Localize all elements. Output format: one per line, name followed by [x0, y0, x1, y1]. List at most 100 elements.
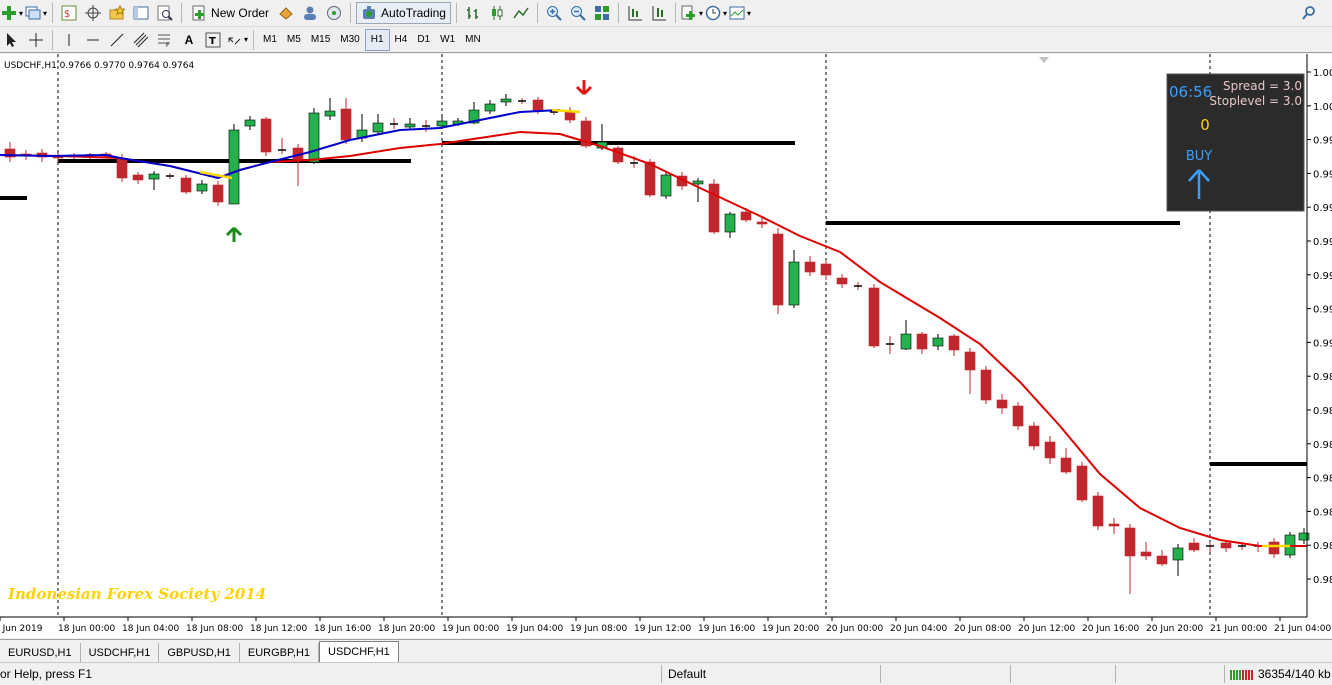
timeframe-w1[interactable]: W1 — [435, 30, 460, 50]
new-order-button[interactable]: New Order — [187, 2, 273, 24]
price-label: 0.98 — [1313, 372, 1332, 383]
line-chart-button[interactable] — [510, 2, 532, 24]
timeframe-h4[interactable]: H4 — [390, 30, 413, 50]
candle-bull — [196, 183, 208, 192]
candle-bear — [1220, 542, 1232, 549]
plus-icon — [2, 6, 16, 20]
community-button[interactable] — [299, 2, 321, 24]
market-watch-button[interactable]: $ — [58, 2, 80, 24]
periods-button[interactable]: ▾ — [705, 2, 727, 24]
autoscroll-button[interactable] — [648, 2, 670, 24]
value-text: 0 — [1200, 116, 1210, 134]
candle-bear — [868, 287, 880, 347]
timeframe-m30[interactable]: M30 — [335, 30, 364, 50]
cursor-tool[interactable] — [1, 29, 23, 51]
separator — [350, 3, 352, 23]
trendline-tool[interactable] — [106, 29, 128, 51]
candle-bull — [1172, 547, 1184, 561]
timeframe-h1[interactable]: H1 — [364, 28, 390, 51]
candle-bear — [1108, 523, 1120, 527]
signal-text: BUY — [1186, 149, 1212, 164]
separator — [1010, 665, 1011, 683]
equidistant-channel-tool[interactable] — [130, 29, 152, 51]
candle-chart-button[interactable] — [486, 2, 508, 24]
price-label: 0.99 — [1313, 271, 1332, 282]
crosshair-tool[interactable] — [25, 29, 47, 51]
search-button[interactable] — [1298, 2, 1320, 24]
timeframe-m1[interactable]: M1 — [258, 30, 282, 50]
candle-bull — [692, 180, 704, 185]
arrows-tool[interactable]: ▾ — [226, 29, 248, 51]
candle-bear — [708, 183, 720, 233]
candle-bear — [948, 335, 960, 351]
indicators-icon — [681, 5, 695, 20]
separator — [1115, 665, 1116, 683]
time-label: 18 Jun 16:00 — [314, 624, 371, 634]
chart-tab[interactable]: USDCHF,H1 — [319, 641, 399, 662]
zoom-in-icon — [546, 6, 562, 21]
stoplevel-text: Stoplevel = 3.0 — [1209, 94, 1302, 108]
favorites-button[interactable] — [106, 2, 128, 24]
main-toolbar: ▾ ▾ $ New Order AutoTrading ▾ ▾ ▾ — [0, 0, 1332, 27]
new-order-label: New Order — [211, 6, 270, 20]
indicators-button[interactable]: ▾ — [681, 2, 703, 24]
timeframe-d1[interactable]: D1 — [412, 30, 435, 50]
separator — [1224, 665, 1225, 683]
chart-tab[interactable]: EURGBP,H1 — [240, 643, 320, 662]
chart-tabs: EURUSD,H1 USDCHF,H1 GBPUSD,H1 EURGBP,H1 USDC… — [0, 639, 1332, 662]
candles — [4, 94, 1310, 594]
zoom-out-button[interactable] — [567, 2, 589, 24]
candle-bear — [980, 369, 992, 401]
zoom-in-button[interactable] — [543, 2, 565, 24]
chart-tab[interactable]: EURUSD,H1 — [0, 643, 81, 662]
svg-text:$: $ — [64, 9, 70, 20]
navigator-button[interactable] — [82, 2, 104, 24]
timeframe-m15[interactable]: M15 — [306, 30, 335, 50]
strategy-tester-button[interactable] — [154, 2, 176, 24]
candle-bear — [1268, 541, 1280, 555]
candle-bull — [244, 119, 256, 127]
autoscroll-icon — [652, 6, 666, 21]
vertical-line-tool[interactable] — [58, 29, 80, 51]
channel-icon — [133, 32, 149, 47]
price-label: 0.99 — [1313, 169, 1332, 180]
cursor-icon — [7, 32, 16, 47]
chart-tab[interactable]: GBPUSD,H1 — [159, 643, 240, 662]
template-icon — [729, 6, 745, 20]
autotrading-button[interactable]: AutoTrading — [356, 2, 451, 24]
separator — [455, 3, 457, 23]
chart-tab[interactable]: USDCHF,H1 — [81, 643, 160, 662]
candle-bull — [436, 120, 448, 127]
timer-text: 06:56 — [1169, 83, 1212, 101]
metaeditor-button[interactable] — [275, 2, 297, 24]
candle-bear — [740, 211, 752, 221]
vertical-line-icon — [68, 33, 70, 46]
candle-bear — [612, 147, 624, 163]
candle-bull — [788, 261, 800, 306]
diamond-icon — [279, 7, 293, 20]
chart-shift-button[interactable] — [624, 2, 646, 24]
fibonacci-tool[interactable]: F — [154, 29, 176, 51]
signals-button[interactable] — [323, 2, 345, 24]
price-label: 0.98 — [1313, 474, 1332, 485]
info-panel: 06:56 Spread = 3.0 Stoplevel = 3.0 0 BUY — [1166, 73, 1305, 212]
bar-chart-button[interactable] — [462, 2, 484, 24]
candle-bear — [564, 111, 576, 121]
terminal-button[interactable] — [130, 2, 152, 24]
candle-bull — [932, 337, 944, 347]
chart-canvas[interactable]: USDCHF,H1 0.9766 0.9770 0.9764 0.9764 In… — [0, 54, 1332, 638]
templates-button[interactable]: ▾ — [729, 2, 751, 24]
text-tool[interactable]: A — [178, 29, 200, 51]
price-chart[interactable]: USDCHF,H1 0.9766 0.9770 0.9764 0.9764 In… — [0, 54, 1332, 638]
new-chart-button[interactable]: ▾ — [1, 2, 23, 24]
timeframe-m5[interactable]: M5 — [282, 30, 306, 50]
price-label: 0.98 — [1313, 406, 1332, 417]
price-label: 0.98 — [1313, 507, 1332, 518]
horizontal-line-tool[interactable] — [82, 29, 104, 51]
tile-windows-button[interactable] — [591, 2, 613, 24]
svg-text:T: T — [209, 36, 216, 47]
timeframe-mn[interactable]: MN — [460, 30, 486, 50]
profiles-button[interactable]: ▾ — [25, 2, 47, 24]
text-label-tool[interactable]: T — [202, 29, 224, 51]
separator — [253, 29, 255, 50]
